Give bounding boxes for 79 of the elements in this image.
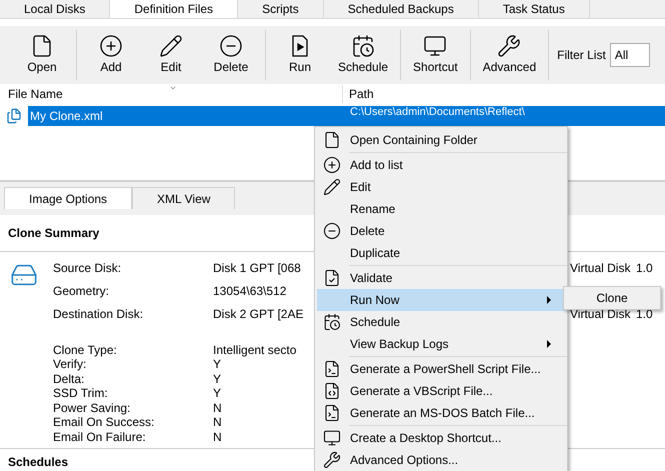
section-heading: Clone Summary [8,226,100,240]
menu-item[interactable]: Validate [317,267,565,289]
field-value: Disk 1 GPT [068 [213,260,301,274]
menu-item[interactable]: Run Now [317,289,565,311]
tab[interactable]: Definition Files [110,0,238,18]
toolbar-button[interactable]: Shortcut [405,30,466,80]
column-header[interactable]: Path [343,84,374,103]
submenu-arrow-icon [547,340,551,348]
menu-item[interactable]: Schedule [317,311,565,333]
menu-item[interactable]: Edit [317,176,565,198]
field-label: Clone Type: [53,342,117,356]
list-row[interactable]: My Clone.xml C:\Users\admin\Documents\Reflect\ [28,106,665,126]
plus-circle-icon [98,34,124,58]
field-value: Y [213,372,222,386]
column-header[interactable]: File Name [0,84,343,103]
toolbar-button[interactable]: Run [270,30,330,80]
toolbar-button[interactable]: Edit [141,30,201,80]
filter-label: Filter List [557,47,606,64]
field-value: Virtual Disk [570,260,630,274]
monitor-icon [323,429,341,447]
file-name: My Clone.xml [29,108,104,125]
field-label: SSD Trim: [53,386,108,400]
menu-item[interactable]: Add to list [317,154,565,176]
field-label: Verify: [53,357,86,371]
calendar-clock-icon [323,313,341,331]
field-value: Virtual Disk [570,306,630,320]
field-value: Intelligent secto [213,342,296,356]
menu-item[interactable]: Generate a PowerShell Script File... [317,358,565,380]
menu-item[interactable]: Delete [317,220,565,242]
tab[interactable]: XML View [132,187,236,210]
menu-item[interactable]: Advanced Options... [317,449,565,471]
field-value: Y [213,386,222,400]
toolbar-button[interactable]: Advanced [474,30,544,80]
tab[interactable]: Image Options [4,187,132,210]
pencil-icon [323,178,341,196]
wrench-icon [323,451,341,469]
menu-item[interactable]: Create a Desktop Shortcut... [317,427,565,449]
check-document-icon [323,269,341,287]
field-value: Disk 2 GPT [2AE [213,306,304,320]
monitor-icon [422,34,448,58]
toolbar-button[interactable]: Delete [201,30,261,80]
pencil-icon [158,34,184,58]
plus-circle-icon [323,156,341,174]
toolbar-button[interactable]: Open [12,30,72,80]
field-value: 1.0 [636,260,653,276]
minus-circle-icon [323,222,341,240]
document-stack-icon [6,108,22,124]
terminal-document-icon [323,360,341,378]
section-heading: Schedules [8,455,68,469]
field-value: N [213,400,222,414]
file-path: C:\Users\admin\Documents\Reflect\ [350,106,525,118]
field-label: Email On Failure: [53,430,146,444]
menu-item[interactable]: Generate a VBScript File... [317,380,565,402]
filter-dropdown[interactable]: All [610,43,650,68]
terminal-document-icon [323,404,341,422]
code-document-icon [323,382,341,400]
field-value: N [213,430,222,444]
menu-item[interactable]: Rename [317,198,565,220]
submenu-arrow-icon [547,296,551,304]
menu-item[interactable]: Generate an MS-DOS Batch File... [317,402,565,424]
field-label: Source Disk: [53,260,122,274]
field-label: Delta: [53,372,84,386]
document-icon [323,131,341,149]
field-label: Destination Disk: [53,306,144,320]
minus-circle-icon [218,34,244,58]
field-label: Power Saving: [53,400,130,414]
wrench-icon [496,34,522,58]
menu-item[interactable]: Duplicate [317,242,565,264]
field-label: Email On Success: [53,415,154,429]
field-value: N [213,415,222,429]
toolbar-button[interactable]: Add [81,30,141,80]
menu-item[interactable]: Open Containing Folder [317,129,565,151]
menu-item[interactable]: Clone [564,289,660,307]
menu-item[interactable]: View Backup Logs [317,333,565,355]
toolbar-button[interactable]: Schedule [330,30,396,80]
field-value: 1.0 [636,306,653,322]
field-value: 13054\63\512 [213,284,286,298]
field-label: Geometry: [53,284,110,298]
field-value: Y [213,357,222,371]
